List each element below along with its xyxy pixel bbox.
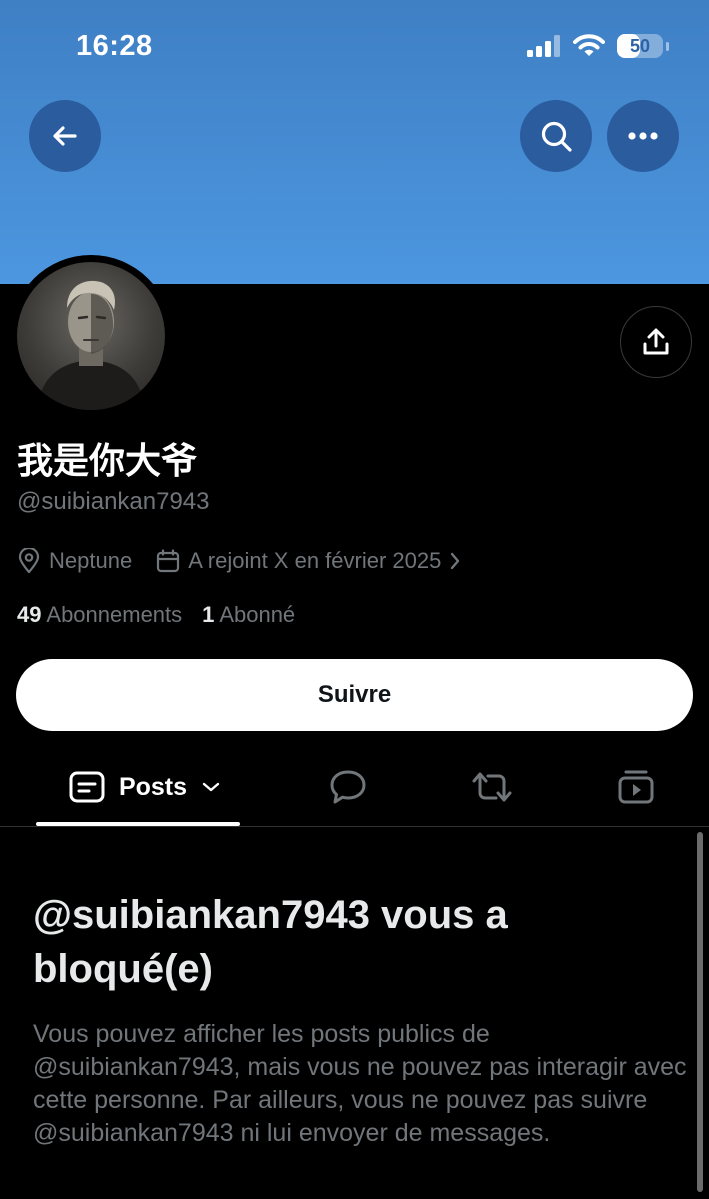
blocked-message: Vous pouvez afficher les posts publics d… — [33, 1020, 687, 1147]
location-text: Neptune — [49, 548, 133, 573]
profile-meta: Neptune A rejoint X en février 2025 — [17, 548, 485, 574]
media-icon — [618, 770, 654, 804]
tab-media[interactable] — [606, 755, 666, 819]
chevron-down-icon — [202, 782, 220, 792]
battery-level: 50 — [629, 35, 651, 56]
following-label: Abonnements — [46, 602, 183, 627]
profile-handle: @suibiankan7943 — [17, 488, 210, 515]
blocked-title: @suibiankan7943 vous a bloqué(e) — [33, 893, 508, 991]
back-button[interactable] — [29, 100, 101, 172]
more-button[interactable] — [607, 100, 679, 172]
tab-reposts[interactable] — [462, 755, 522, 819]
followers-count: 1 — [202, 602, 215, 627]
location-pin-icon — [18, 548, 40, 574]
more-icon — [628, 132, 658, 140]
tab-posts[interactable]: Posts — [60, 755, 230, 819]
back-arrow-icon — [53, 126, 77, 146]
calendar-icon — [157, 549, 180, 573]
share-icon — [643, 328, 669, 355]
battery-icon: 50 — [617, 34, 663, 58]
signal-icon — [527, 35, 560, 57]
display-name: 我是你大爷 — [17, 440, 198, 481]
search-icon — [541, 121, 572, 152]
join-date-text: A rejoint X en février 2025 — [188, 548, 442, 573]
avatar[interactable] — [17, 262, 165, 410]
reply-icon — [330, 770, 366, 804]
profile-tabs: Posts — [0, 755, 709, 827]
tab-replies[interactable] — [318, 755, 378, 819]
battery-cap — [666, 41, 669, 51]
repost-icon — [472, 772, 512, 802]
followers-link[interactable]: 1 Abonné — [202, 602, 295, 628]
following-link[interactable]: 49 Abonnements — [17, 602, 182, 628]
posts-icon — [69, 771, 105, 803]
chevron-right-icon — [451, 552, 460, 570]
share-button[interactable] — [620, 306, 692, 378]
status-icons: 50 — [527, 34, 669, 58]
search-button[interactable] — [520, 100, 592, 172]
tab-posts-label: Posts — [118, 772, 188, 801]
scrollbar[interactable] — [697, 832, 703, 1192]
following-count: 49 — [17, 602, 42, 627]
followers-label: Abonné — [219, 602, 296, 627]
location: Neptune — [17, 548, 132, 574]
tabs-divider — [0, 826, 709, 827]
join-date[interactable]: A rejoint X en février 2025 — [156, 548, 461, 574]
status-time: 16:28 — [76, 30, 153, 62]
avatar-portrait — [37, 280, 145, 410]
follow-stats: 49 Abonnements 1 Abonné — [17, 602, 295, 628]
wifi-icon — [573, 34, 605, 56]
follow-button[interactable]: Suivre — [16, 659, 693, 731]
